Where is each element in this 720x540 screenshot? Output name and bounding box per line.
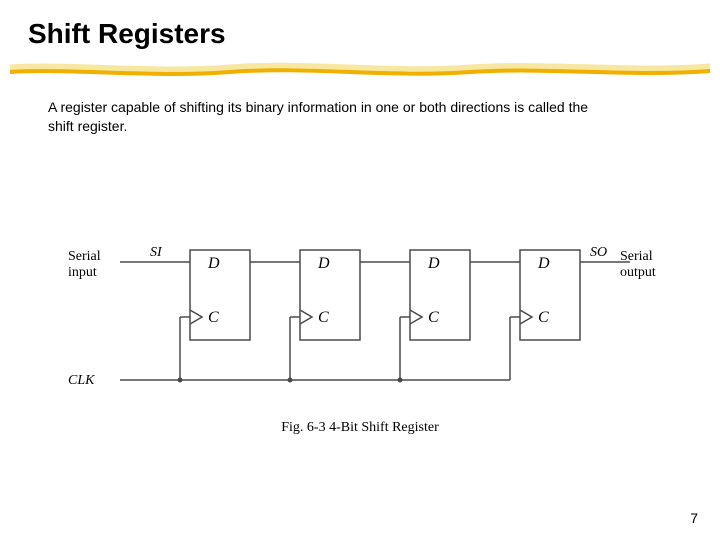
ff-c-label-2: C bbox=[318, 309, 329, 326]
ff-d-label-1: D bbox=[207, 255, 220, 272]
ff-c-label-3: C bbox=[428, 309, 439, 326]
shift-register-diagram: D D D D C C C C Serial input Serial outp… bbox=[60, 240, 660, 410]
slide-title: Shift Registers bbox=[28, 18, 226, 50]
si-label: SI bbox=[150, 245, 163, 260]
so-label: SO bbox=[590, 245, 607, 260]
ff-d-label-3: D bbox=[427, 255, 440, 272]
serial-input-label-2: input bbox=[68, 265, 97, 280]
ff-d-label-4: D bbox=[537, 255, 550, 272]
ff-d-label-2: D bbox=[317, 255, 330, 272]
clk-label: CLK bbox=[68, 373, 95, 388]
ff-c-label-1: C bbox=[208, 309, 219, 326]
serial-output-label-1: Serial bbox=[620, 249, 653, 264]
figure-caption: Fig. 6-3 4-Bit Shift Register bbox=[0, 420, 720, 436]
ff-c-label-4: C bbox=[538, 309, 549, 326]
serial-input-label-1: Serial bbox=[68, 249, 101, 264]
page-number: 7 bbox=[690, 510, 698, 526]
slide-body-text: A register capable of shifting its binar… bbox=[48, 98, 608, 136]
title-underline bbox=[10, 62, 710, 80]
serial-output-label-2: output bbox=[620, 265, 656, 280]
